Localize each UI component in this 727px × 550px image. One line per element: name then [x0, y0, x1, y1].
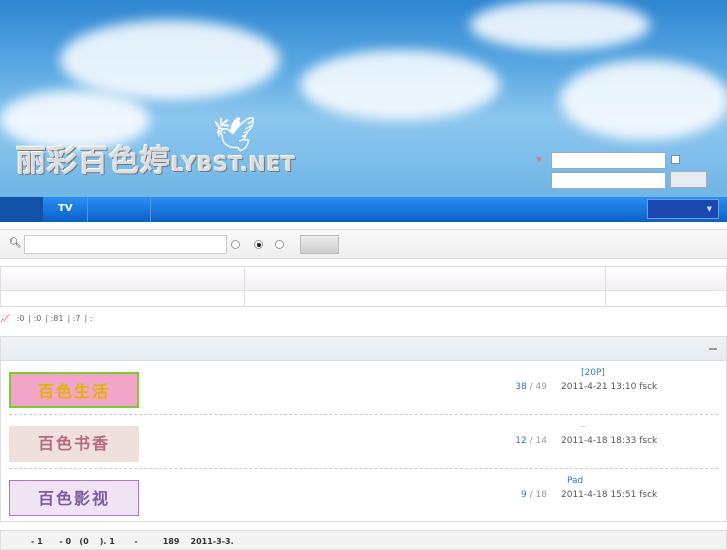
forum-logo[interactable]: 百色书香 [9, 426, 139, 462]
search-type-radio[interactable] [275, 240, 284, 249]
forum-category: 百色生活 38 / 49 [20P] 2011-4-21 13:10 fsck 百… [0, 336, 727, 522]
forum-row: 百色影视 9 / 18 Pad 2011-4-18 15:51 fsck [9, 470, 718, 523]
search-button[interactable] [300, 235, 339, 254]
chart-icon: 📈 [0, 314, 10, 323]
nav-item-tv[interactable]: TV [58, 203, 73, 214]
site-logo[interactable]: 丽彩百色婷LYBST.NET [16, 136, 296, 180]
login-button[interactable] [670, 171, 707, 188]
last-post-link[interactable]: Pad [567, 476, 657, 488]
search-type-radio[interactable] [231, 240, 240, 249]
forum-logo[interactable]: 百色影视 [9, 480, 139, 516]
nav-divider [87, 197, 88, 222]
header-banner: 🕊 丽彩百色婷LYBST.NET ▼ [0, 0, 727, 197]
search-type-radio[interactable] [254, 240, 263, 249]
last-post-link[interactable]: ... [581, 422, 657, 434]
search-bar: 🔍︎ [0, 229, 727, 259]
footer-stats: - 1 - 0 (0 ). 1 - 189 2011-3-3. [0, 530, 727, 550]
password-input[interactable] [551, 172, 666, 189]
announcement-table [0, 266, 727, 307]
remember-checkbox[interactable] [671, 155, 680, 164]
nav-divider [150, 197, 151, 222]
nav-home[interactable] [0, 197, 43, 222]
forum-stats: 📈 :0 | :0 | :81 | :7 | : [0, 314, 93, 323]
search-input[interactable] [24, 235, 227, 254]
nav-dropdown[interactable]: ▼ [647, 199, 719, 219]
search-icon: 🔍︎ [9, 238, 22, 249]
forum-row: 百色书香 12 / 14 ... 2011-4-18 18:33 fsck [9, 416, 718, 469]
collapse-icon[interactable] [709, 348, 717, 350]
main-nav: TV [0, 197, 727, 222]
username-input[interactable] [551, 152, 666, 169]
forum-row: 百色生活 38 / 49 [20P] 2011-4-21 13:10 fsck [9, 362, 718, 415]
forum-logo[interactable]: 百色生活 [9, 372, 139, 408]
last-post-link[interactable]: [20P] [581, 368, 657, 380]
login-form [551, 152, 666, 192]
dropdown-arrow-icon: ▼ [536, 155, 543, 164]
